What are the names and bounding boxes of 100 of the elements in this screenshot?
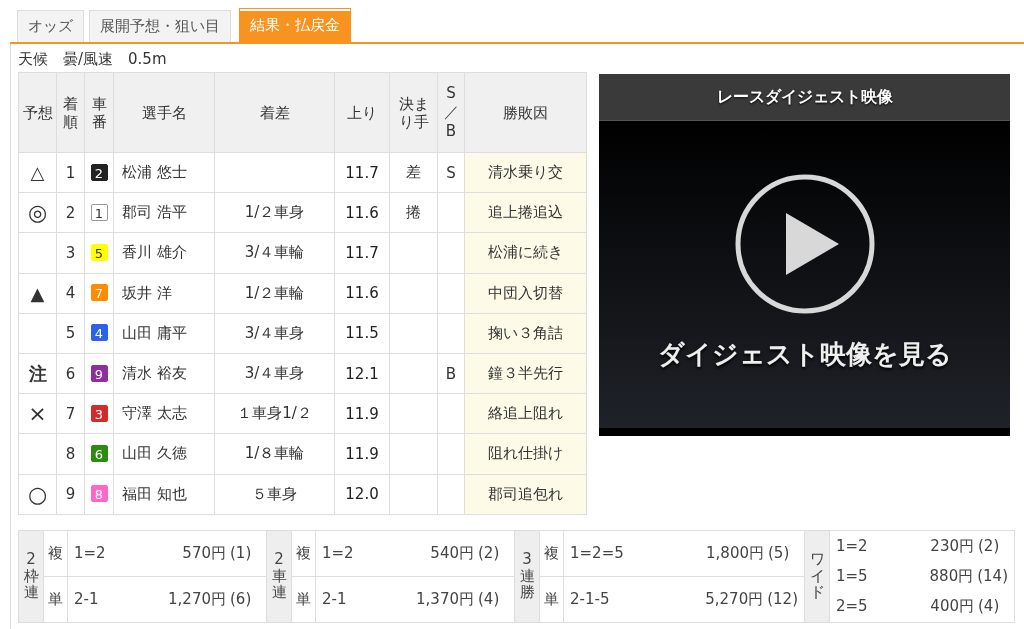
rider-name: 山田 庸平 (122, 323, 187, 342)
rider-name: 松浦 悠士 (122, 163, 187, 182)
popularity: (2) (478, 543, 501, 563)
tab[interactable]: 展開予想・狙い目 (89, 10, 231, 42)
margin: 1/２車輪 (244, 283, 305, 302)
rank: 4 (65, 284, 76, 303)
bet-combination: 1=5 (836, 566, 868, 588)
rank: 8 (65, 444, 76, 463)
rider-name: 郡司 浩平 (122, 203, 187, 222)
last-lap-time: 11.7 (345, 163, 379, 182)
column-header: 決まり手 (398, 94, 429, 131)
start-back: S (446, 163, 456, 182)
bet-subtype: 複 (544, 543, 559, 562)
column-header: 選手名 (141, 103, 187, 122)
car-number: 2 (90, 163, 108, 181)
bet-combination: 1=2 (322, 543, 354, 563)
rider-name: 坂井 洋 (122, 283, 172, 302)
bet-combination: 2-1 (322, 589, 347, 609)
prediction-mark: △ (30, 162, 45, 184)
payout-amount: 540円 (430, 543, 474, 563)
column-header: 予想 (22, 103, 53, 122)
column-header: 上り (347, 103, 377, 122)
payout-amount: 1,270円 (168, 589, 226, 609)
margin: 1/８車輪 (244, 444, 305, 463)
bet-subtype: 単 (296, 589, 311, 608)
rank: 7 (65, 404, 76, 423)
bet-type-label: 2枠連 (23, 551, 39, 601)
rider-name: 清水 裕友 (122, 364, 187, 383)
bet-combination: 1=2 (74, 543, 106, 563)
popularity: (1) (230, 543, 253, 563)
race-factor: 追上捲追込 (488, 203, 563, 222)
last-lap-time: 11.5 (345, 324, 379, 343)
race-factor: 阻れ仕掛け (488, 444, 563, 463)
rank: 1 (65, 163, 76, 182)
tab[interactable]: オッズ (17, 10, 84, 42)
weather-info: 天候 曇/風速 0.5m (18, 50, 168, 70)
margin: １車身1/２ (237, 404, 312, 423)
popularity: (4) (478, 589, 501, 609)
car-number: 1 (90, 203, 108, 221)
column-header: 車番 (91, 94, 107, 131)
payout-amount: 400円 (930, 596, 974, 618)
bet-subtype: 単 (48, 589, 63, 608)
play-icon (733, 173, 876, 315)
last-lap-time: 11.6 (345, 203, 379, 222)
payout-amount: 880円 (929, 566, 974, 588)
car-number: 4 (90, 324, 108, 342)
rider-name: 福田 知也 (122, 484, 187, 503)
prediction-mark: ○ (27, 481, 48, 507)
column-header: 着差 (259, 103, 290, 122)
race-factor: 清水乗り交 (488, 163, 563, 182)
bet-subtype: 複 (296, 543, 311, 562)
rank: 6 (65, 364, 76, 383)
bet-subtype: 単 (544, 589, 559, 608)
payout-amount: 1,800円 (706, 543, 764, 563)
last-lap-time: 11.9 (345, 404, 379, 423)
race-factor: 松浦に続き (488, 243, 563, 262)
popularity: (6) (230, 589, 253, 609)
car-number: 9 (90, 364, 108, 382)
prediction-mark: ◎ (27, 200, 48, 226)
start-back: B (445, 364, 457, 383)
bet-type-label: 3連勝 (519, 551, 535, 601)
race-factor: 絡追上阻れ (488, 404, 563, 423)
margin: 3/４車身 (244, 323, 305, 342)
bet-type-label: 2車連 (271, 551, 287, 601)
bet-combination: 2-1 (74, 589, 99, 609)
last-lap-time: 11.9 (345, 444, 379, 463)
popularity: (2) (978, 536, 1001, 558)
race-factor: 掬い３角詰 (488, 323, 563, 342)
column-header: S／B (443, 84, 459, 141)
bet-combination: 1=2 (836, 536, 868, 558)
bet-type-label: ワイド (809, 551, 825, 601)
car-number: 5 (90, 243, 108, 261)
video-thumbnail[interactable]: ダイジェスト映像を見る (599, 121, 1010, 436)
winning-move: 差 (406, 163, 421, 182)
last-lap-time: 12.1 (345, 364, 379, 383)
column-header: 勝敗因 (503, 103, 548, 122)
race-factor: 中団入切替 (488, 283, 563, 302)
margin: 3/４車身 (244, 364, 305, 383)
rank: 5 (65, 324, 76, 343)
margin: 3/４車輪 (244, 243, 305, 262)
bet-combination: 1=2=5 (570, 543, 624, 563)
column-header: 着順 (63, 94, 78, 131)
race-factor: 郡司追包れ (488, 484, 563, 503)
last-lap-time: 11.7 (345, 243, 379, 262)
prediction-mark: ▲ (30, 282, 45, 304)
prediction-mark: × (28, 401, 47, 427)
last-lap-time: 12.0 (345, 485, 379, 504)
rider-name: 守澤 太志 (122, 404, 187, 423)
rider-name: 山田 久徳 (122, 444, 187, 463)
bet-subtype: 複 (48, 543, 63, 562)
payout-amount: 1,370円 (416, 589, 474, 609)
car-number: 8 (90, 485, 108, 503)
bet-combination: 2=5 (836, 596, 868, 618)
rank: 2 (65, 203, 76, 222)
popularity: (4) (978, 596, 1001, 618)
popularity: (12) (767, 589, 798, 609)
race-factor: 鐘３半先行 (488, 364, 563, 383)
video-title: レースダイジェスト映像 (599, 74, 1010, 121)
popularity: (5) (768, 543, 791, 563)
car-number: 7 (90, 284, 108, 302)
